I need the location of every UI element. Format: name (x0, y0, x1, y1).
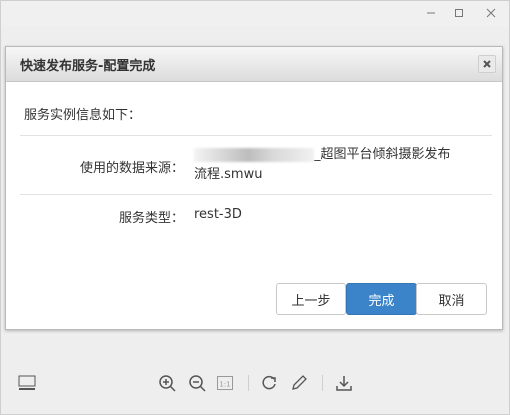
minimize-button[interactable] (419, 3, 443, 23)
data-source-line1: _超图平台倾斜摄影发布 (314, 147, 451, 162)
toolbar-separator (248, 375, 249, 391)
data-source-label: 使用的数据来源： (79, 161, 184, 176)
data-source-line2: 流程.smwu (194, 167, 263, 182)
dialog-title: 快速发布服务-配置完成 (20, 59, 156, 74)
app-window: 快速发布服务-配置完成 服务实例信息如下： 使用的数据来源： _超图平台倾斜摄影… (0, 0, 510, 415)
dialog-header: 快速发布服务-配置完成 (6, 47, 502, 82)
zoom-out-icon[interactable] (187, 373, 207, 393)
bottom-toolbar: 1:1 (1, 345, 509, 415)
minimize-icon (427, 12, 435, 14)
download-icon[interactable] (334, 373, 354, 393)
cancel-button[interactable]: 取消 (416, 283, 487, 315)
zoom-in-icon[interactable] (157, 373, 177, 393)
rotate-icon[interactable] (259, 373, 279, 393)
service-type-value: rest-3D (194, 207, 242, 222)
close-icon (483, 60, 491, 68)
window-titlebar (1, 1, 509, 27)
publish-dialog: 快速发布服务-配置完成 服务实例信息如下： 使用的数据来源： _超图平台倾斜摄影… (5, 46, 503, 330)
toolbar-separator (322, 375, 323, 391)
layout-icon[interactable] (17, 373, 37, 393)
svg-text:1:1: 1:1 (219, 381, 230, 389)
dialog-close-button[interactable] (478, 55, 496, 73)
previous-button[interactable]: 上一步 (276, 283, 346, 315)
actual-size-icon[interactable]: 1:1 (215, 373, 235, 393)
close-icon (486, 8, 496, 18)
redacted-path (194, 147, 314, 162)
window-close-button[interactable] (479, 3, 503, 23)
maximize-icon (455, 9, 463, 17)
divider (20, 194, 492, 195)
data-source-value: _超图平台倾斜摄影发布 流程.smwu (194, 145, 484, 185)
edit-icon[interactable] (289, 373, 309, 393)
finish-button[interactable]: 完成 (346, 283, 417, 315)
maximize-button[interactable] (447, 3, 471, 23)
service-type-label: 服务类型： (118, 211, 184, 226)
divider (20, 135, 492, 136)
intro-text: 服务实例信息如下： (24, 108, 142, 123)
